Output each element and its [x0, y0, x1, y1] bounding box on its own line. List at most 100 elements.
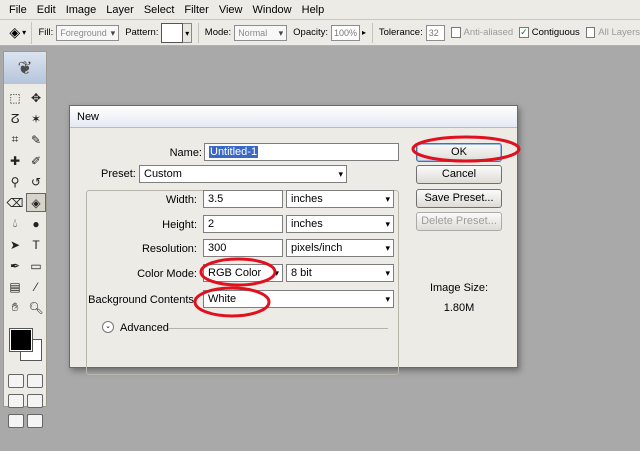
width-label: Width:: [165, 194, 197, 206]
chevron-down-icon: ▾: [385, 219, 390, 229]
delete-preset-button[interactable]: Delete Preset...: [416, 212, 502, 231]
paint-bucket-tool-icon[interactable]: ◈: [26, 193, 46, 212]
color-mode-select[interactable]: RGB Color ▾: [203, 264, 283, 282]
chevron-down-icon: ▾: [274, 268, 279, 278]
menu-bar: File Edit Image Layer Select Filter View…: [0, 0, 640, 20]
tolerance-input[interactable]: 32: [425, 24, 446, 41]
dodge-tool-icon[interactable]: ●: [26, 214, 46, 233]
color-swatches: [7, 325, 43, 367]
cancel-button[interactable]: Cancel: [416, 165, 502, 184]
options-bar: ◈▾ Fill: Foreground Pattern: ▾ Mode: Nor…: [0, 20, 640, 46]
move-tool-icon[interactable]: ✥: [26, 88, 46, 107]
preset-select[interactable]: Custom ▾: [139, 165, 347, 183]
background-contents-label: Background Contents:: [88, 294, 197, 306]
contiguous-checkbox[interactable]: ✓: [519, 27, 529, 38]
save-preset-button[interactable]: Save Preset...: [416, 189, 502, 208]
height-unit-value: inches: [291, 218, 323, 230]
edit-in-imageready-icon[interactable]: [26, 414, 43, 428]
history-brush-icon[interactable]: ↺: [26, 172, 46, 191]
eyedropper-icon[interactable]: ⁄: [26, 277, 46, 296]
height-input[interactable]: 2: [203, 215, 283, 233]
eraser-tool-icon[interactable]: ⌫: [5, 193, 25, 212]
mode-label: Mode:: [204, 27, 232, 38]
dialog-title: New: [70, 106, 517, 128]
chevron-down-icon: ▾: [385, 243, 390, 253]
paint-bucket-icon: ◈: [9, 24, 21, 40]
opacity-label: Opacity:: [293, 27, 328, 38]
name-value: Untitled-1: [209, 146, 259, 158]
pattern-swatch[interactable]: [161, 22, 184, 43]
preset-value: Custom: [144, 168, 182, 180]
menu-layer[interactable]: Layer: [101, 0, 139, 20]
menu-file[interactable]: File: [4, 0, 32, 20]
resolution-unit-select[interactable]: pixels/inch ▾: [286, 239, 394, 257]
anti-aliased-checkbox[interactable]: [451, 27, 461, 38]
image-size-label: Image Size:: [429, 282, 489, 294]
name-input[interactable]: Untitled-1: [204, 143, 399, 161]
blur-tool-icon[interactable]: 💧︎: [5, 214, 25, 233]
menu-help[interactable]: Help: [297, 0, 330, 20]
marquee-tool-icon[interactable]: ⬚: [5, 88, 25, 107]
tolerance-label: Tolerance:: [378, 27, 423, 38]
foreground-color-swatch[interactable]: [9, 328, 33, 352]
height-unit-select[interactable]: inches ▾: [286, 215, 394, 233]
ok-button[interactable]: OK: [416, 143, 502, 162]
anti-aliased-label: Anti-aliased: [463, 27, 514, 38]
opacity-input[interactable]: 100%: [331, 24, 361, 41]
width-unit-value: inches: [291, 193, 323, 205]
chevron-down-icon: ▾: [385, 294, 390, 304]
notes-tool-icon[interactable]: ▤: [5, 277, 25, 296]
jump-to-imageready-icon[interactable]: [7, 414, 24, 428]
zoom-tool-icon[interactable]: 🔍︎: [26, 298, 46, 317]
pen-tool-icon[interactable]: ✒: [5, 256, 25, 275]
bit-depth-select[interactable]: 8 bit ▾: [286, 264, 394, 282]
lasso-tool-icon[interactable]: ⵒ: [5, 109, 25, 128]
bit-depth-value: 8 bit: [291, 267, 312, 279]
color-mode-value: RGB Color: [208, 267, 262, 279]
mode-select[interactable]: Normal: [234, 24, 288, 41]
crop-tool-icon[interactable]: ⌗: [5, 130, 25, 149]
background-contents-select[interactable]: White ▾: [203, 290, 394, 308]
preset-label: Preset:: [98, 168, 139, 180]
hand-tool-icon[interactable]: ✋︎: [5, 298, 25, 317]
width-input[interactable]: 3.5: [203, 190, 283, 208]
shape-tool-icon[interactable]: ▭: [26, 256, 46, 275]
magic-wand-icon[interactable]: ✶: [26, 109, 46, 128]
menu-image[interactable]: Image: [61, 0, 102, 20]
standard-mode-icon[interactable]: [7, 374, 24, 388]
fill-label: Fill:: [38, 27, 54, 38]
advanced-expand-icon[interactable]: ⌄: [102, 321, 114, 333]
contiguous-label: Contiguous: [531, 27, 580, 38]
all-layers-checkbox[interactable]: [585, 27, 596, 38]
color-mode-label: Color Mode:: [137, 268, 197, 280]
toolbox: ❦ ⬚ ✥ ⵒ ✶ ⌗ ✎ ✚ ✐ ⚲ ↺ ⌫ ◈ 💧︎ ● ➤ T ✒ ▭ ▤…: [3, 51, 47, 428]
screen-mode-full-menu-icon[interactable]: [26, 394, 43, 408]
menu-filter[interactable]: Filter: [179, 0, 213, 20]
tool-preset-picker[interactable]: ◈ ▾: [4, 21, 33, 44]
menu-edit[interactable]: Edit: [32, 0, 61, 20]
opacity-arrow-icon[interactable]: ▸: [362, 28, 366, 37]
feather-logo-icon: ❦: [4, 52, 46, 84]
healing-brush-icon[interactable]: ✚: [5, 151, 25, 170]
quick-mask-icon[interactable]: [26, 374, 43, 388]
new-document-dialog: New Name: Untitled-1 Preset: Custom ▾ Wi…: [69, 105, 518, 375]
chevron-down-icon: ▾: [385, 268, 390, 278]
slice-tool-icon[interactable]: ✎: [26, 130, 46, 149]
name-label: Name:: [169, 147, 202, 159]
brush-tool-icon[interactable]: ✐: [26, 151, 46, 170]
background-contents-value: White: [208, 293, 237, 305]
chevron-down-icon: ▾: [385, 194, 390, 204]
width-unit-select[interactable]: inches ▾: [286, 190, 394, 208]
menu-view[interactable]: View: [214, 0, 248, 20]
screen-mode-standard-icon[interactable]: [7, 394, 24, 408]
chevron-down-icon[interactable]: ▾: [183, 22, 192, 43]
menu-select[interactable]: Select: [139, 0, 180, 20]
path-select-icon[interactable]: ➤: [5, 235, 25, 254]
fill-select[interactable]: Foreground: [56, 24, 120, 41]
all-layers-label: All Layers: [598, 27, 640, 38]
clone-stamp-icon[interactable]: ⚲: [5, 172, 25, 191]
type-tool-icon[interactable]: T: [26, 235, 46, 254]
resolution-input[interactable]: 300: [203, 239, 283, 257]
menu-window[interactable]: Window: [248, 0, 297, 20]
advanced-label[interactable]: Advanced: [120, 322, 169, 334]
